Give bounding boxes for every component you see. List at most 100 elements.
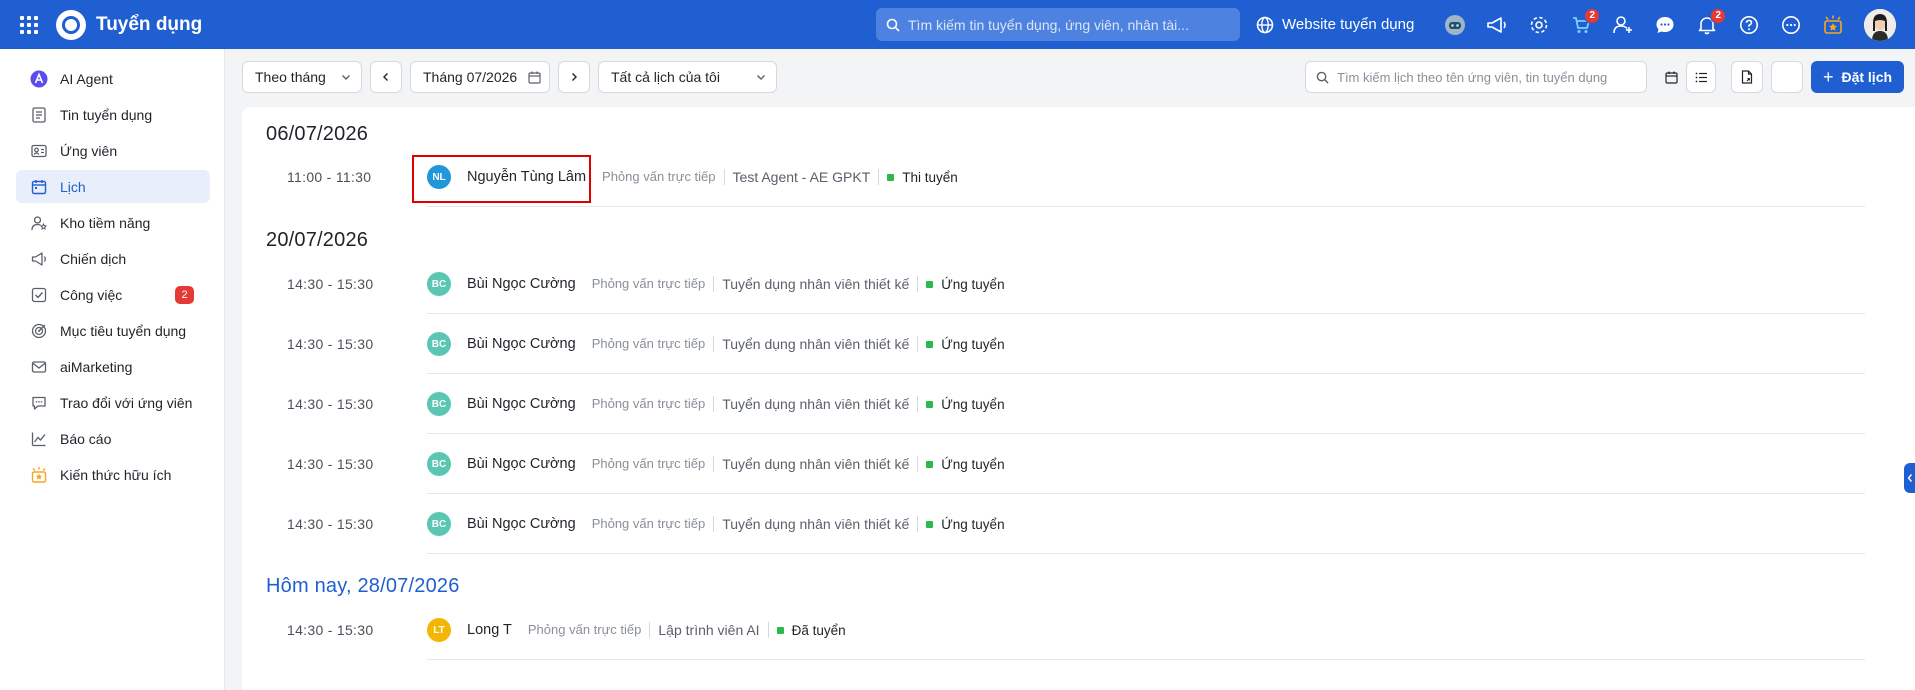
sidebar-item-tasks[interactable]: Công việc 2 [16,278,210,311]
view-toggle [1656,61,1716,93]
sidebar-item-candidate-chat[interactable]: Trao đổi với ứng viên [16,386,210,419]
report-icon [30,430,48,448]
campaign-icon [30,250,48,268]
website-link[interactable]: Website tuyển dụng [1256,16,1414,34]
candidate-name[interactable]: Bùi Ngọc Cường [467,276,576,292]
day-heading: 20/07/2026 [266,229,369,251]
schedule-event-row[interactable]: 14:30 - 15:30 BC Bùi Ngọc Cường Phỏng vấ… [242,494,1865,554]
sidebar-item-label: Báo cáo [60,430,112,447]
add-user-icon[interactable] [1610,12,1636,38]
calendar-scope-select[interactable]: Tất cả lịch của tôi [598,61,777,93]
schedule-search-input[interactable] [1337,69,1637,85]
event-time: 14:30 - 15:30 [287,456,374,472]
job-post-icon [30,106,48,124]
month-picker[interactable]: Tháng 07/2026 [410,61,550,93]
schedule-event-row[interactable]: 14:30 - 15:30 BC Bùi Ngọc Cường Phỏng vấ… [242,434,1865,494]
interview-type: Phỏng vấn trực tiếp [592,336,715,352]
event-time: 14:30 - 15:30 [287,336,374,352]
event-time: 11:00 - 11:30 [287,169,372,185]
previous-month-button[interactable] [370,61,402,93]
megaphone-icon[interactable] [1484,12,1510,38]
schedule-search[interactable] [1305,61,1647,93]
search-icon [1316,71,1329,84]
status-dot [926,400,934,408]
view-mode-select[interactable]: Theo tháng [242,61,362,93]
candidate-name[interactable]: Bùi Ngọc Cường [467,336,576,352]
global-search[interactable] [876,8,1240,41]
settings-gear-icon[interactable] [1526,12,1552,38]
sidebar-item-campaigns[interactable]: Chiến dịch [16,242,210,275]
next-month-button[interactable] [558,61,590,93]
candidate-name[interactable]: Bùi Ngọc Cường [467,516,576,532]
sidebar-item-label: Tin tuyển dụng [60,106,153,123]
candidate-name[interactable]: Bùi Ngọc Cường [467,456,576,472]
website-link-label: Website tuyển dụng [1282,16,1415,33]
sidebar-item-ai-agent[interactable]: AI Agent [16,62,210,95]
schedule-event-row[interactable]: 14:30 - 15:30 LT Long T Phỏng vấn trực t… [242,600,1865,660]
help-icon[interactable] [1736,12,1762,38]
global-search-input[interactable] [908,16,1228,33]
target-icon [30,322,48,340]
book-schedule-button[interactable]: + Đặt lịch [1811,61,1904,93]
cart-icon[interactable]: 2 [1568,7,1601,38]
schedule-event-row[interactable]: 14:30 - 15:30 BC Bùi Ngọc Cường Phỏng vấ… [242,314,1865,374]
more-options-icon[interactable] [1778,12,1804,38]
job-title[interactable]: Tuyển dụng nhân viên thiết kế [722,276,919,292]
globe-icon [1256,16,1274,33]
sidebar-item-label: Chiến dịch [60,250,127,267]
sidebar-item-reports[interactable]: Báo cáo [16,422,210,455]
export-button[interactable] [1731,61,1763,93]
sidebar-item-label: Kho tiềm năng [60,214,151,231]
list-view-button[interactable] [1686,61,1716,93]
job-title[interactable]: Lập trình viên AI [658,622,769,638]
stage-label: Thi tuyển [902,169,958,185]
book-schedule-label: Đặt lịch [1841,69,1893,85]
app-launcher-icon[interactable] [14,10,44,40]
chat-icon [30,394,48,412]
sidebar-item-job-posts[interactable]: Tin tuyển dụng [16,98,210,131]
expand-side-panel-button[interactable] [1904,463,1915,493]
job-title[interactable]: Tuyển dụng nhân viên thiết kế [722,516,919,532]
candidate-avatar: BC [427,452,451,476]
sidebar-item-candidates[interactable]: Ứng viên [16,134,210,167]
status-dot [926,340,934,348]
job-title[interactable]: Tuyển dụng nhân viên thiết kế [722,456,919,472]
candidate-name[interactable]: Long T [467,622,512,638]
schedule-event-row[interactable]: 14:30 - 15:30 BC Bùi Ngọc Cường Phỏng vấ… [242,374,1865,434]
sidebar-item-label: AI Agent [60,70,113,87]
sidebar-item-label: Mục tiêu tuyển dụng [60,322,187,339]
candidate-avatar: BC [427,392,451,416]
sidebar-item-talent-pool[interactable]: Kho tiềm năng [16,206,210,239]
lightbulb-idea-icon[interactable] [1820,12,1846,38]
calendar-view-button[interactable] [1656,61,1686,93]
job-title[interactable]: Tuyển dụng nhân viên thiết kế [722,396,919,412]
job-title[interactable]: Test Agent - AE GPKT [733,169,880,185]
chevron-left-icon [1907,474,1912,482]
day-heading-today: Hôm nay, 28/07/2026 [266,575,460,597]
chat-bubble-icon[interactable] [1652,12,1678,38]
sidebar-item-recruitment-goals[interactable]: Mục tiêu tuyển dụng [16,314,210,347]
candidate-avatar: BC [427,332,451,356]
ai-bot-icon[interactable] [1442,12,1468,38]
sidebar-item-calendar[interactable]: Lịch [16,170,210,203]
extra-action-button[interactable] [1771,61,1803,93]
candidate-stage: Ứng tuyển [926,517,1005,532]
search-icon [886,18,900,32]
sidebar-item-label: Công việc [60,286,123,303]
job-title[interactable]: Tuyển dụng nhân viên thiết kế [722,336,919,352]
sidebar-item-useful-knowledge[interactable]: Kiến thức hữu ích [16,458,210,491]
interview-type: Phỏng vấn trực tiếp [592,396,715,412]
user-avatar[interactable] [1864,8,1897,41]
interview-type: Phỏng vấn trực tiếp [592,516,715,532]
calendar-picker-icon [528,71,541,84]
sidebar-item-ai-marketing[interactable]: aiMarketing [16,350,210,383]
notification-bell-icon[interactable]: 2 [1694,7,1727,38]
ai-agent-icon [30,70,48,88]
candidate-stage: Thi tuyển [887,170,958,185]
schedule-event-row[interactable]: 14:30 - 15:30 BC Bùi Ngọc Cường Phỏng vấ… [242,254,1865,314]
calendar-icon [30,178,48,196]
status-dot [887,173,895,181]
interview-type: Phỏng vấn trực tiếp [602,169,725,185]
day-heading: 06/07/2026 [266,123,369,145]
candidate-name[interactable]: Bùi Ngọc Cường [467,396,576,412]
